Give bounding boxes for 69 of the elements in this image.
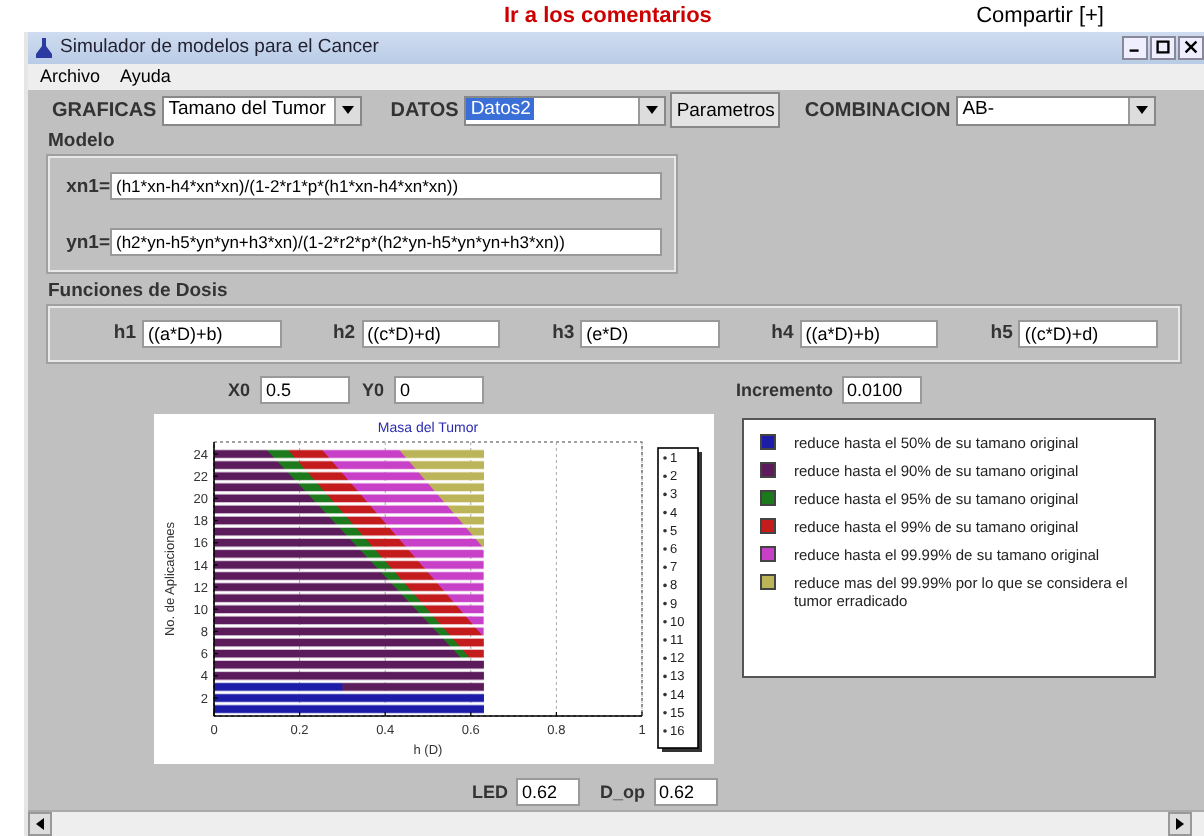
field-label: yn1= [64, 231, 110, 254]
output-field[interactable]: 0.62 [653, 778, 717, 807]
legend-marker-icon [663, 548, 667, 552]
legend-marker-icon [663, 602, 667, 607]
dropdown[interactable]: AB- [956, 95, 1157, 126]
input-field[interactable]: ((a*D)+b) [141, 319, 282, 348]
close-icon [1182, 38, 1200, 57]
dropdown[interactable]: Tamano del Tumor [162, 95, 363, 126]
caret-icon [342, 106, 355, 115]
parametros-button[interactable]: Parametros [670, 92, 781, 129]
field-label: LED [472, 782, 508, 803]
legend-marker-icon [663, 693, 667, 698]
caret-icon [646, 106, 659, 115]
input-field[interactable]: 0 [394, 375, 485, 404]
input-field[interactable]: (h1*xn-h4*xn*xn)/(1-2*r1*p*(h1*xn-h4*xn*xn)) [110, 172, 662, 201]
field-label: h4 [769, 322, 794, 345]
field-label: h1 [111, 322, 136, 345]
field-label: h3 [550, 322, 575, 345]
legend-marker-icon [663, 639, 667, 643]
legend-marker-icon [663, 584, 667, 589]
input-field[interactable]: ((c*D)+d) [361, 319, 501, 348]
field-label: COMBINACION [804, 99, 951, 122]
legend-marker-icon [663, 657, 667, 661]
input-field[interactable]: (e*D) [580, 319, 720, 348]
input-field[interactable]: ((a*D)+b) [799, 319, 939, 348]
left-arrow-icon [36, 818, 44, 831]
legend-marker-icon [663, 675, 667, 680]
flask-icon [36, 37, 52, 58]
comments-link[interactable]: Ir a los comentarios [504, 4, 712, 28]
right-arrow-icon [1176, 818, 1184, 831]
input-field[interactable]: 0.0100 [841, 375, 922, 404]
field-label: DATOS [390, 99, 459, 122]
legend-marker-icon [663, 511, 667, 516]
close-button[interactable] [1178, 35, 1204, 60]
section-title: Funciones de Dosis [46, 280, 230, 307]
field-label: h5 [988, 322, 1013, 345]
output-field[interactable]: 0.62 [516, 778, 580, 807]
share-link[interactable]: Compartir [+] [976, 4, 1104, 28]
legend-marker-icon [663, 566, 667, 570]
input-field[interactable]: (h2*yn-h5*yn*yn+h3*xn)/(1-2*r2*p*(h2*yn-h5*yn*yn+h3*xn)) [110, 228, 662, 257]
field-label: Y0 [362, 379, 385, 400]
maximize-button[interactable] [1150, 35, 1176, 60]
menu-item[interactable]: Archivo [40, 66, 101, 87]
field-label: GRAFICAS [52, 99, 157, 122]
legend-marker-icon [663, 711, 667, 716]
field-label: D_op [600, 782, 645, 803]
field-label: Incremento [736, 379, 834, 400]
legend-marker-icon [663, 620, 667, 625]
section-title: Modelo [46, 130, 117, 157]
legend-marker-icon [663, 457, 667, 461]
input-field[interactable]: 0.5 [260, 375, 351, 404]
scrollbar[interactable] [28, 810, 1204, 836]
maximize-icon [1154, 38, 1172, 57]
window-title: Simulador de modelos para el Cancer [60, 36, 379, 59]
legend-marker-icon [663, 529, 667, 534]
dropdown-value: Tamano del Tumor [166, 97, 328, 120]
legend-marker-icon [663, 730, 667, 734]
dropdown[interactable]: Datos2 [464, 95, 667, 126]
caret-icon [1136, 106, 1149, 115]
dropdown-value: AB- [960, 97, 997, 120]
minimize-button[interactable] [1122, 35, 1148, 60]
field-label: xn1= [64, 175, 110, 198]
menu-item[interactable]: Ayuda [120, 66, 171, 87]
legend-marker-icon [663, 475, 667, 479]
field-label: X0 [228, 379, 251, 400]
field-label: h2 [330, 322, 356, 345]
dropdown-value: Datos2 [466, 97, 535, 120]
input-field[interactable]: ((c*D)+d) [1018, 319, 1158, 348]
legend-marker-icon [663, 493, 667, 498]
